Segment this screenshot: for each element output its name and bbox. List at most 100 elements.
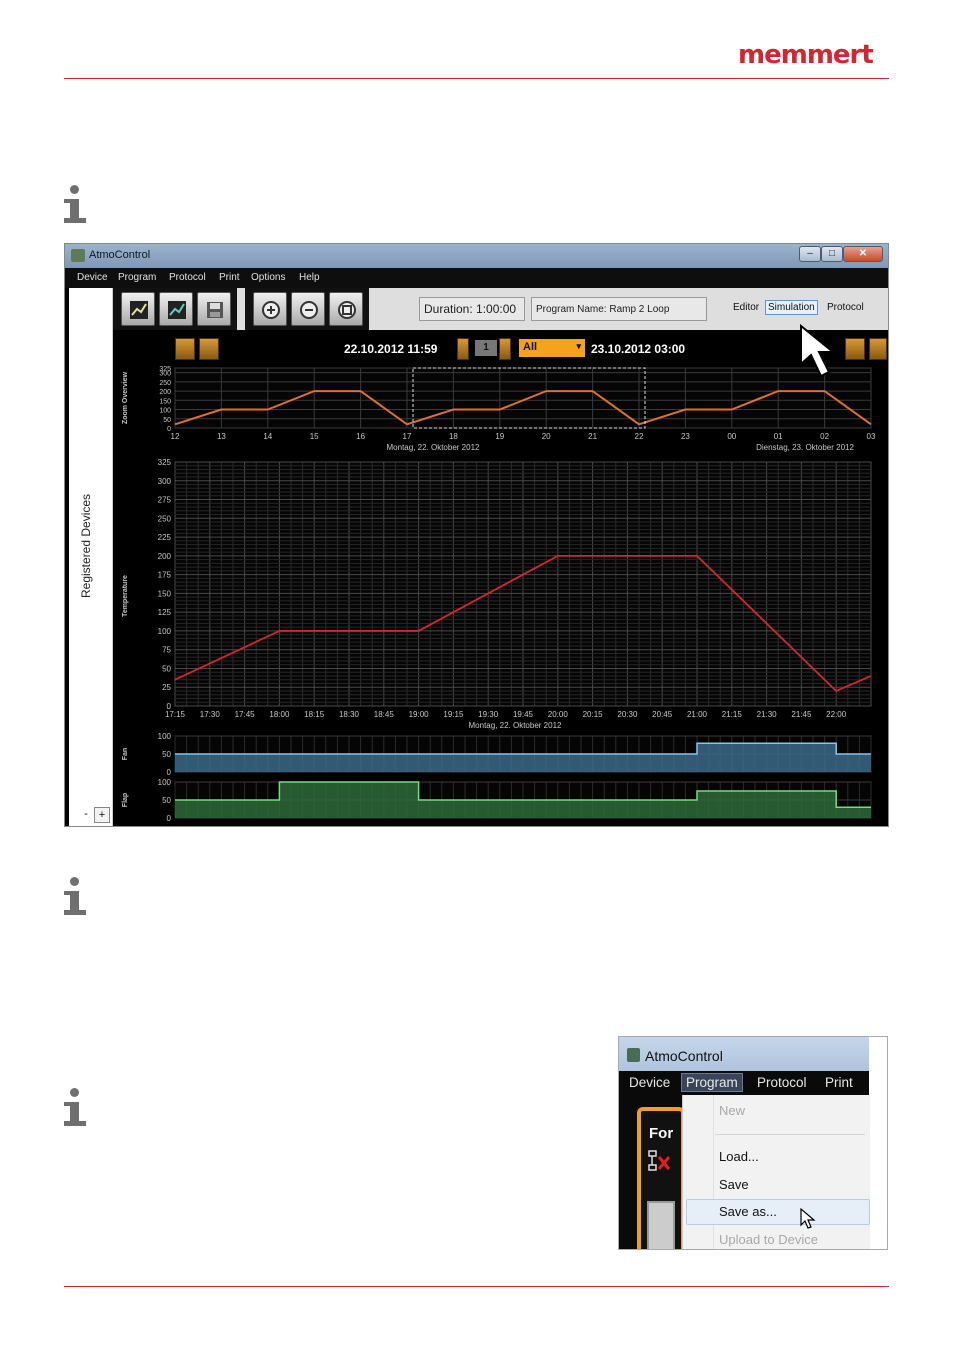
range-end: 23.10.2012 03:00 bbox=[591, 342, 686, 356]
zoom-x-tick: 13 bbox=[217, 432, 226, 441]
load-program-button[interactable] bbox=[159, 292, 193, 326]
series-filter-value: All bbox=[523, 341, 538, 353]
zoom-date-label: Dienstag, 23. Oktober 2012 bbox=[756, 443, 854, 452]
next-page-button[interactable] bbox=[845, 338, 865, 360]
menu-options[interactable]: Options bbox=[251, 272, 285, 283]
temperature-y-tick: 250 bbox=[158, 514, 172, 523]
device-panel: For bbox=[619, 1095, 685, 1249]
tab-simulation[interactable]: Simulation bbox=[765, 300, 818, 315]
page-back-button[interactable] bbox=[457, 338, 469, 360]
temperature-x-tick: 19:30 bbox=[478, 710, 499, 719]
program-menu-screenshot: AtmoControl Device Program Protocol Prin… bbox=[618, 1036, 888, 1250]
device-image bbox=[647, 1201, 675, 1249]
temperature-x-tick: 19:15 bbox=[443, 710, 464, 719]
temperature-y-tick: 100 bbox=[158, 627, 172, 636]
fan-axis-label: Fan bbox=[122, 748, 129, 760]
tab-protocol[interactable]: Protocol bbox=[827, 302, 864, 313]
device-tile-label: For bbox=[649, 1125, 674, 1142]
zoom-x-tick: 01 bbox=[774, 432, 783, 441]
flap-y-tick: 50 bbox=[162, 796, 171, 805]
temperature-y-tick: 25 bbox=[162, 683, 171, 692]
zoom-overview-label: Zoom Overview bbox=[122, 371, 129, 424]
menu-program[interactable]: Program bbox=[681, 1073, 743, 1092]
info-icon bbox=[64, 185, 88, 225]
menu-item-save-as[interactable]: Save as... bbox=[719, 1204, 777, 1219]
timeline-navigation: 22.10.2012 11:59 1 All ▾ 23.10.2012 03:00 bbox=[113, 330, 888, 364]
add-device-button[interactable]: + bbox=[94, 807, 110, 823]
zoom-x-tick: 14 bbox=[263, 432, 272, 441]
zoom-y-tick: 100 bbox=[159, 408, 171, 415]
menu-print[interactable]: Print bbox=[825, 1075, 853, 1090]
registered-devices-panel: Registered Devices - + bbox=[69, 288, 113, 826]
first-page-button[interactable] bbox=[175, 338, 195, 360]
menu-device[interactable]: Device bbox=[77, 272, 108, 283]
zoom-in-icon bbox=[262, 301, 280, 319]
menu-item-new[interactable]: New bbox=[719, 1103, 745, 1118]
zoom-fit-icon bbox=[338, 301, 356, 319]
info-icon bbox=[64, 877, 88, 917]
temperature-y-tick: 200 bbox=[158, 552, 172, 561]
remove-device-button[interactable]: - bbox=[78, 807, 94, 823]
maximize-button[interactable]: □ bbox=[821, 246, 843, 262]
series-filter-select[interactable]: All ▾ bbox=[519, 339, 585, 357]
zoom-x-tick: 19 bbox=[495, 432, 504, 441]
page-forward-button[interactable] bbox=[499, 338, 511, 360]
zoom-x-tick: 02 bbox=[820, 432, 829, 441]
app-icon bbox=[71, 249, 85, 262]
app-icon bbox=[627, 1048, 640, 1062]
menu-hover-highlight bbox=[686, 1199, 870, 1225]
zoom-in-button[interactable] bbox=[253, 292, 287, 326]
temperature-x-tick: 18:00 bbox=[269, 710, 290, 719]
last-page-button[interactable] bbox=[869, 338, 887, 360]
page-number[interactable]: 1 bbox=[475, 340, 497, 356]
temperature-y-tick: 225 bbox=[158, 533, 172, 542]
temperature-y-tick: 125 bbox=[158, 608, 172, 617]
zoom-out-button[interactable] bbox=[291, 292, 325, 326]
minimize-button[interactable]: – bbox=[799, 246, 821, 262]
zoom-y-tick: 50 bbox=[163, 417, 171, 424]
menu-item-load[interactable]: Load... bbox=[719, 1149, 759, 1164]
menu-protocol[interactable]: Protocol bbox=[169, 272, 206, 283]
temperature-y-tick: 150 bbox=[158, 589, 172, 598]
device-tile[interactable]: For bbox=[637, 1107, 685, 1249]
network-disconnected-icon bbox=[648, 1150, 671, 1171]
temperature-x-tick: 18:30 bbox=[339, 710, 360, 719]
zoom-x-tick: 23 bbox=[681, 432, 690, 441]
fan-y-tick: 100 bbox=[158, 732, 172, 741]
fan-y-tick: 0 bbox=[167, 768, 172, 777]
previous-page-button[interactable] bbox=[199, 338, 219, 360]
menu-program[interactable]: Program bbox=[118, 272, 156, 283]
temperature-y-tick: 75 bbox=[162, 646, 171, 655]
tab-editor[interactable]: Editor bbox=[733, 302, 759, 313]
zoom-fit-button[interactable] bbox=[329, 292, 363, 326]
atmocontrol-screenshot: AtmoControl – □ ✕ Device Program Protoco… bbox=[64, 243, 889, 827]
zoom-x-tick: 15 bbox=[310, 432, 319, 441]
menu-item-save[interactable]: Save bbox=[719, 1177, 749, 1192]
new-program-button[interactable] bbox=[121, 292, 155, 326]
temperature-y-tick: 325 bbox=[158, 458, 172, 467]
menu-protocol[interactable]: Protocol bbox=[757, 1075, 807, 1090]
save-icon bbox=[207, 302, 223, 318]
zoom-y-tick: 250 bbox=[159, 380, 171, 387]
flap-y-tick: 0 bbox=[167, 814, 172, 823]
menu-help[interactable]: Help bbox=[299, 272, 320, 283]
menu-device[interactable]: Device bbox=[629, 1075, 670, 1090]
window-title: AtmoControl bbox=[645, 1048, 723, 1064]
save-program-button[interactable] bbox=[197, 292, 231, 326]
zoom-x-tick: 22 bbox=[635, 432, 644, 441]
temperature-x-tick: 20:00 bbox=[548, 710, 569, 719]
zoom-x-tick: 00 bbox=[727, 432, 736, 441]
temperature-x-tick: 17:45 bbox=[235, 710, 256, 719]
info-icon bbox=[64, 1088, 88, 1128]
temperature-x-tick: 19:45 bbox=[513, 710, 534, 719]
menu-item-upload-to-device[interactable]: Upload to Device bbox=[719, 1232, 818, 1247]
close-button[interactable]: ✕ bbox=[843, 246, 883, 262]
menu-print[interactable]: Print bbox=[219, 272, 240, 283]
window-title: AtmoControl bbox=[89, 249, 151, 261]
zoom-date-label: Montag, 22. Oktober 2012 bbox=[387, 443, 481, 452]
new-program-icon bbox=[130, 301, 148, 319]
temperature-x-tick: 18:15 bbox=[304, 710, 325, 719]
temperature-x-tick: 20:30 bbox=[617, 710, 638, 719]
flap-y-tick: 100 bbox=[158, 778, 172, 787]
temperature-y-tick: 50 bbox=[162, 664, 171, 673]
